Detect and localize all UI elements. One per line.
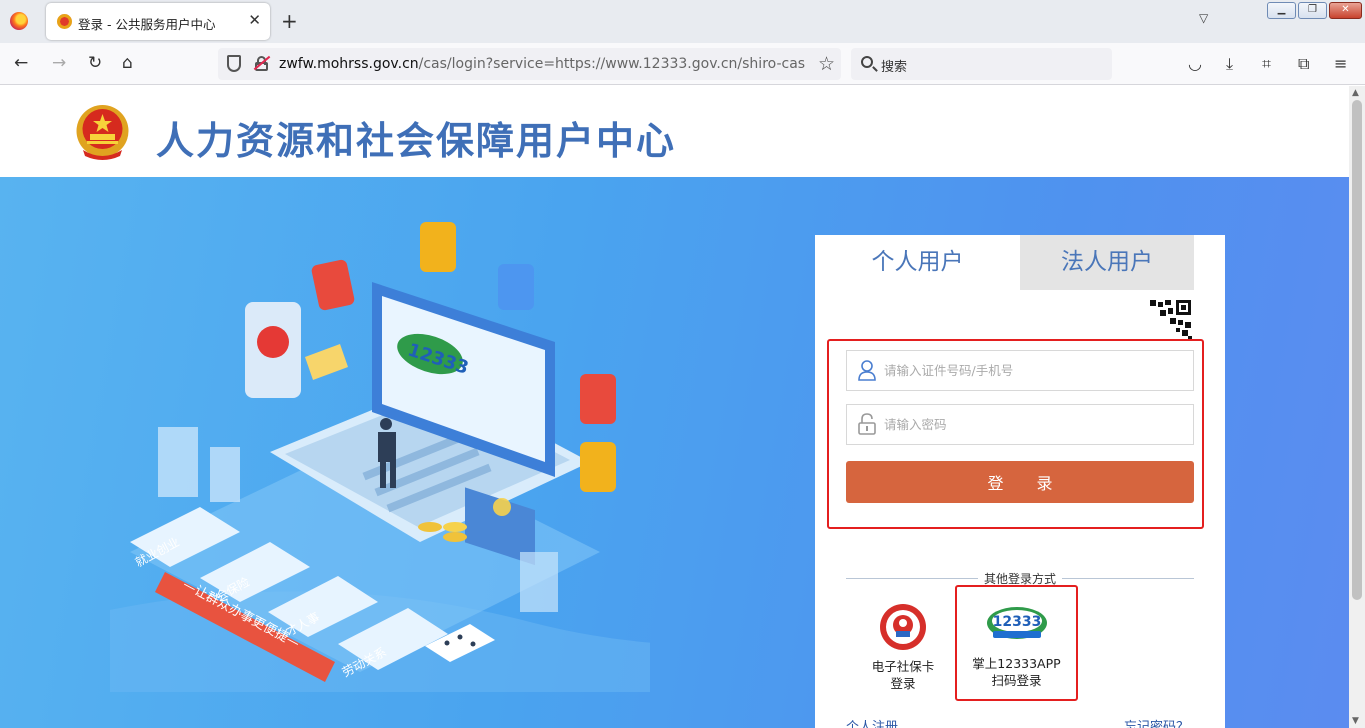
tab-personal-user[interactable]: 个人用户	[815, 235, 1020, 290]
scroll-down-icon[interactable]: ▼	[1352, 716, 1359, 726]
restore-window-button[interactable]: ❐	[1298, 2, 1327, 19]
reload-icon[interactable]: ↻	[88, 53, 102, 73]
download-icon[interactable]: ⤓	[1226, 55, 1233, 73]
ecard-login-option[interactable]: 电子社保卡 登录	[863, 603, 943, 692]
browser-tab-active[interactable]: 登录 - 公共服务用户中心 ✕	[46, 3, 270, 40]
new-tab-icon[interactable]: +	[281, 9, 298, 33]
ecard-label-line2: 登录	[890, 676, 916, 691]
site-header: 人力资源和社会保障用户中心	[0, 86, 1349, 177]
register-link[interactable]: 个人注册	[846, 716, 898, 728]
password-field[interactable]	[846, 404, 1194, 445]
close-window-button[interactable]: ✕	[1329, 2, 1362, 19]
username-input[interactable]	[884, 351, 1184, 390]
app-label-line1: 掌上12333APP	[972, 656, 1061, 671]
password-input[interactable]	[884, 405, 1184, 444]
hero-illustration: 12333 就业创业 社会保险 人才人事 劳动关系 —让群众办事更便捷—	[110, 222, 650, 692]
app-scan-login-option[interactable]: 12333 掌上12333APP 扫码登录	[955, 585, 1078, 701]
tab-title: 登录 - 公共服务用户中心	[78, 17, 216, 32]
pocket-icon[interactable]: ◡	[1188, 55, 1202, 73]
user-icon	[858, 360, 876, 381]
page-scrollbar[interactable]: ▲ ▼	[1349, 86, 1365, 728]
minimize-window-button[interactable]: ▁	[1267, 2, 1296, 19]
insecure-lock-icon[interactable]	[253, 55, 271, 71]
qr-code-toggle-icon[interactable]	[1148, 298, 1193, 343]
crop-icon[interactable]: ⌗	[1262, 55, 1271, 73]
social-security-card-icon	[880, 604, 926, 650]
home-icon[interactable]: ⌂	[122, 53, 133, 73]
12333-app-logo-icon: 12333	[986, 607, 1047, 639]
app-label-line2: 扫码登录	[991, 673, 1042, 688]
search-placeholder: 搜索	[881, 60, 908, 75]
app-logo-number: 12333	[992, 614, 1041, 630]
scroll-up-icon[interactable]: ▲	[1352, 88, 1359, 98]
scrollbar-thumb[interactable]	[1352, 100, 1362, 600]
tab-corporate-user[interactable]: 法人用户	[1020, 235, 1194, 290]
login-panel: 个人用户 法人用户 请输入证件号码/手机号 登 录 其他登录方式 电子社保卡 登…	[815, 235, 1225, 728]
close-tab-icon[interactable]: ✕	[248, 11, 261, 29]
padlock-icon	[858, 413, 876, 435]
search-icon	[861, 56, 873, 68]
menu-icon[interactable]: ≡	[1334, 55, 1347, 73]
browser-nav-bar: ← → ↻ ⌂ zwfw.mohrss.gov.cn/cas/login?ser…	[0, 43, 1365, 85]
browser-tab-bar: 登录 - 公共服务用户中心 ✕ + ▽ ▁ ❐ ✕	[0, 0, 1365, 43]
url-bar[interactable]: zwfw.mohrss.gov.cn/cas/login?service=htt…	[218, 48, 841, 80]
bookmark-star-icon[interactable]: ☆	[818, 53, 835, 75]
chevron-down-icon[interactable]: ▽	[1199, 11, 1208, 25]
forgot-password-link[interactable]: 忘记密码？	[1124, 716, 1189, 728]
login-button[interactable]: 登 录	[846, 461, 1194, 503]
username-field[interactable]	[846, 350, 1194, 391]
shield-icon[interactable]	[227, 55, 241, 72]
site-title: 人力资源和社会保障用户中心	[156, 119, 677, 163]
page-content: 人力资源和社会保障用户中心 12333 就业创业 社会保险 人才人事 劳动关系 …	[0, 86, 1349, 728]
firefox-logo-icon[interactable]	[10, 12, 28, 30]
national-emblem-icon	[76, 105, 129, 160]
extensions-icon[interactable]: ⧉	[1298, 55, 1309, 73]
national-emblem-favicon-icon	[57, 14, 72, 29]
forward-arrow-icon[interactable]: →	[52, 53, 66, 73]
url-text[interactable]: zwfw.mohrss.gov.cn/cas/login?service=htt…	[279, 56, 805, 72]
search-bar[interactable]: 搜索	[851, 48, 1112, 80]
ecard-label-line1: 电子社保卡	[871, 659, 935, 674]
back-arrow-icon[interactable]: ←	[14, 53, 28, 73]
